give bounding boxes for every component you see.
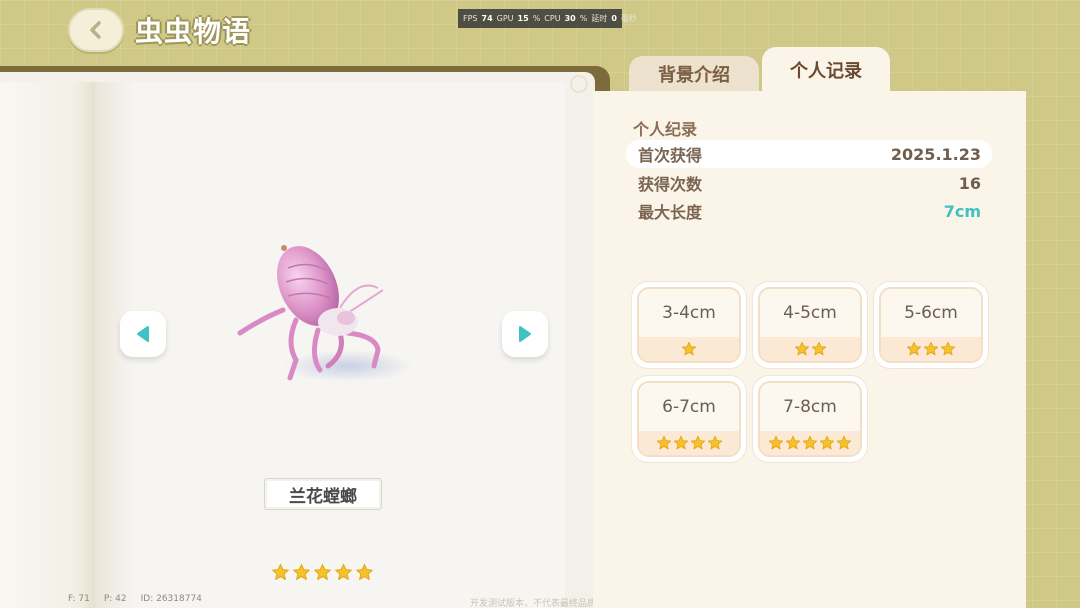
star-icon (785, 435, 801, 451)
record-label: 首次获得 (638, 146, 703, 165)
tab-background-intro[interactable]: 背景介绍 (629, 56, 759, 92)
fps-label: FPS (463, 14, 478, 23)
triangle-left-icon (137, 326, 149, 342)
size-tier-card[interactable]: 5-6cm (874, 282, 988, 368)
star-icon (811, 341, 827, 357)
size-tier-card[interactable]: 6-7cm (632, 376, 746, 462)
record-value: 16 (958, 173, 981, 193)
star-icon (690, 435, 706, 451)
star-icon (836, 435, 852, 451)
record-row-first-obtained: 首次获得 2025.1.23 (626, 140, 992, 168)
gpu-percent: % (532, 14, 541, 23)
star-icon (940, 341, 956, 357)
size-tier-stars (760, 431, 860, 455)
star-icon (292, 563, 311, 582)
record-label: 最大长度 (638, 203, 703, 222)
page-title: 虫虫物语 (135, 15, 252, 48)
record-value: 2025.1.23 (890, 144, 981, 164)
star-icon (802, 435, 818, 451)
record-row-max-length: 最大长度 7cm (626, 197, 992, 225)
book-left-page (0, 82, 95, 608)
orchid-mantis-model[interactable] (228, 238, 418, 388)
star-icon (707, 435, 723, 451)
cpu-percent: % (579, 14, 588, 23)
star-icon (271, 563, 290, 582)
size-tier-label: 3-4cm (639, 289, 739, 337)
size-tier-stars (881, 337, 981, 361)
size-tier-label: 6-7cm (639, 383, 739, 431)
performance-overlay: FPS 74 GPU 15% CPU 30% 延时 0 毫秒 (458, 9, 637, 28)
triangle-right-icon (519, 326, 531, 342)
star-icon (355, 563, 374, 582)
latency-unit: 毫秒 (620, 14, 637, 23)
star-icon (334, 563, 353, 582)
size-tier-stars (639, 337, 739, 361)
star-icon (768, 435, 784, 451)
size-tier-label: 7-8cm (760, 383, 860, 431)
size-tier-stars (760, 337, 860, 361)
star-icon (819, 435, 835, 451)
next-insect-button[interactable] (502, 311, 548, 357)
size-tier-label: 4-5cm (760, 289, 860, 337)
record-section-title: 个人纪录 (633, 120, 698, 139)
size-tier-label: 5-6cm (881, 289, 981, 337)
debug-f: F: 71 (68, 594, 90, 604)
chevron-left-icon (90, 21, 101, 39)
size-tier-card[interactable]: 7-8cm (753, 376, 867, 462)
page-corner-decoration (570, 75, 588, 93)
star-icon (794, 341, 810, 357)
gpu-label: GPU (496, 14, 514, 23)
debug-info: F: 71 P: 42 ID: 26318774 (68, 594, 202, 604)
latency-value: 0 (611, 14, 617, 23)
previous-insect-button[interactable] (120, 311, 166, 357)
tab-personal-record[interactable]: 个人记录 (762, 47, 890, 93)
watermark: 开发测试版本，不代表最终品质 (470, 599, 597, 608)
back-button[interactable] (68, 8, 124, 52)
cpu-value: 30 (564, 14, 576, 23)
record-value: 7cm (943, 201, 981, 221)
record-row-obtain-count: 获得次数 16 (626, 169, 992, 197)
star-icon (906, 341, 922, 357)
star-icon (656, 435, 672, 451)
size-tier-stars (639, 431, 739, 455)
rarity-stars (271, 563, 374, 582)
star-icon (681, 341, 697, 357)
cpu-label: CPU (544, 14, 561, 23)
size-tier-card[interactable]: 3-4cm (632, 282, 746, 368)
size-tier-card[interactable]: 4-5cm (753, 282, 867, 368)
latency-label: 延时 (591, 14, 608, 23)
debug-p: P: 42 (103, 594, 127, 604)
star-icon (313, 563, 332, 582)
gpu-value: 15 (517, 14, 529, 23)
record-label: 获得次数 (638, 175, 703, 194)
debug-id: ID: 26318774 (140, 594, 202, 604)
insect-name-plate: 兰花螳螂 (264, 478, 382, 510)
star-icon (673, 435, 689, 451)
fps-value: 74 (481, 14, 493, 23)
star-icon (923, 341, 939, 357)
